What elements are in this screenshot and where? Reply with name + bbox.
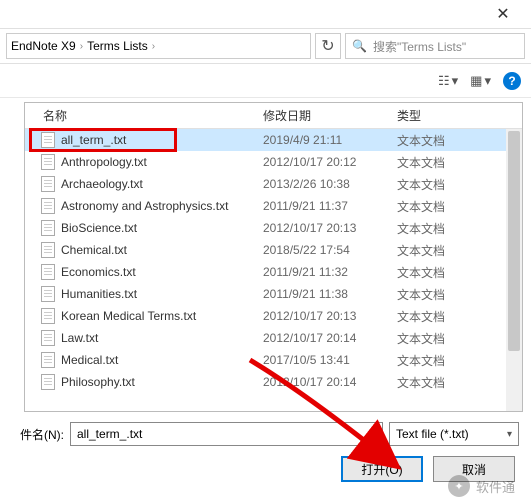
file-type: 文本文档 <box>397 154 487 171</box>
filter-value: Text file (*.txt) <box>396 427 469 441</box>
wechat-icon: ✦ <box>448 475 470 497</box>
text-file-icon <box>41 176 55 192</box>
search-input[interactable]: 🔍 搜索"Terms Lists" <box>345 33 525 59</box>
file-row[interactable]: Astronomy and Astrophysics.txt 2011/9/21 … <box>25 195 522 217</box>
text-file-icon <box>41 198 55 214</box>
file-type: 文本文档 <box>397 352 487 369</box>
filename-value: all_term_.txt <box>77 427 142 441</box>
file-name: Economics.txt <box>61 265 136 279</box>
view-tile-button[interactable]: ▦ ▾ <box>470 73 491 89</box>
file-type: 文本文档 <box>397 264 487 281</box>
file-date: 2012/10/17 20:13 <box>263 309 397 323</box>
chevron-down-icon: ▾ <box>452 73 459 89</box>
file-date: 2012/10/17 20:14 <box>263 375 397 389</box>
breadcrumb-seg-2[interactable]: Terms Lists <box>87 39 148 53</box>
col-name[interactable]: 名称 <box>25 107 263 124</box>
file-date: 2011/9/21 11:38 <box>263 287 397 301</box>
watermark: ✦ 软件通 <box>448 475 515 497</box>
breadcrumb[interactable]: EndNote X9 › Terms Lists › <box>6 33 311 59</box>
file-name: Medical.txt <box>61 353 118 367</box>
watermark-text: 软件通 <box>476 477 515 496</box>
bottom-panel: 件名(N): all_term_.txt ▾ Text file (*.txt)… <box>0 416 531 482</box>
file-type: 文本文档 <box>397 220 487 237</box>
file-date: 2018/5/22 17:54 <box>263 243 397 257</box>
file-type: 文本文档 <box>397 176 487 193</box>
scrollbar-thumb[interactable] <box>508 131 520 351</box>
file-row[interactable]: Archaeology.txt 2013/2/26 10:38文本文档 <box>25 173 522 195</box>
text-file-icon <box>41 286 55 302</box>
file-date: 2019/4/9 21:11 <box>263 133 397 147</box>
file-type: 文本文档 <box>397 374 487 391</box>
file-row[interactable]: Humanities.txt 2011/9/21 11:38文本文档 <box>25 283 522 305</box>
file-name: Humanities.txt <box>61 287 137 301</box>
file-date: 2017/10/5 13:41 <box>263 353 397 367</box>
search-placeholder: 搜索"Terms Lists" <box>373 38 466 55</box>
file-row[interactable]: Chemical.txt 2018/5/22 17:54文本文档 <box>25 239 522 261</box>
text-file-icon <box>41 242 55 258</box>
file-type: 文本文档 <box>397 286 487 303</box>
open-button[interactable]: 打开(O) <box>341 456 423 482</box>
chevron-down-icon: ▾ <box>484 73 491 89</box>
filetype-filter[interactable]: Text file (*.txt) ▾ <box>389 422 519 446</box>
text-file-icon <box>41 264 55 280</box>
file-row[interactable]: Economics.txt 2011/9/21 11:32文本文档 <box>25 261 522 283</box>
help-button[interactable]: ? <box>503 72 521 90</box>
col-date[interactable]: 修改日期 <box>263 107 397 124</box>
file-type: 文本文档 <box>397 198 487 215</box>
chevron-down-icon[interactable]: ▾ <box>371 429 376 440</box>
file-list-pane: 名称 修改日期 类型 all_term_.txt2019/4/9 21:11文本… <box>24 102 523 412</box>
col-type[interactable]: 类型 <box>397 107 487 124</box>
text-file-icon <box>41 132 55 148</box>
chevron-down-icon[interactable]: ▾ <box>507 429 512 440</box>
file-type: 文本文档 <box>397 242 487 259</box>
file-row[interactable]: Anthropology.txt 2012/10/17 20:12文本文档 <box>25 151 522 173</box>
filename-label: 件名(N): <box>12 426 64 443</box>
chevron-right-icon: › <box>152 41 155 52</box>
file-date: 2011/9/21 11:37 <box>263 199 397 213</box>
close-button[interactable]: ✕ <box>483 0 523 28</box>
file-list: all_term_.txt2019/4/9 21:11文本文档Anthropol… <box>25 129 522 393</box>
text-file-icon <box>41 374 55 390</box>
column-headers: 名称 修改日期 类型 <box>25 103 522 129</box>
file-name: Anthropology.txt <box>61 155 147 169</box>
file-row[interactable]: all_term_.txt 2019/4/9 21:11文本文档 <box>25 129 522 151</box>
file-date: 2013/2/26 10:38 <box>263 177 397 191</box>
text-file-icon <box>41 220 55 236</box>
title-bar: ✕ <box>0 0 531 28</box>
breadcrumb-seg-1[interactable]: EndNote X9 <box>11 39 76 53</box>
file-date: 2012/10/17 20:13 <box>263 221 397 235</box>
filename-input[interactable]: all_term_.txt ▾ <box>70 422 383 446</box>
file-name: BioScience.txt <box>61 221 137 235</box>
text-file-icon <box>41 154 55 170</box>
file-date: 2012/10/17 20:14 <box>263 331 397 345</box>
tile-icon: ▦ <box>470 73 482 89</box>
list-icon: ☷ <box>438 73 450 89</box>
file-name: Archaeology.txt <box>61 177 143 191</box>
file-name: Korean Medical Terms.txt <box>61 309 196 323</box>
text-file-icon <box>41 330 55 346</box>
search-icon: 🔍 <box>352 39 367 53</box>
text-file-icon <box>41 308 55 324</box>
file-name: Philosophy.txt <box>61 375 135 389</box>
file-row[interactable]: Law.txt 2012/10/17 20:14文本文档 <box>25 327 522 349</box>
file-type: 文本文档 <box>397 308 487 325</box>
file-date: 2012/10/17 20:12 <box>263 155 397 169</box>
refresh-button[interactable]: ↻ <box>315 33 341 59</box>
text-file-icon <box>41 352 55 368</box>
toolbar: ☷ ▾ ▦ ▾ ? <box>0 64 531 98</box>
file-name: Chemical.txt <box>61 243 127 257</box>
file-row[interactable]: BioScience.txt 2012/10/17 20:13文本文档 <box>25 217 522 239</box>
file-row[interactable]: Philosophy.txt 2012/10/17 20:14文本文档 <box>25 371 522 393</box>
nav-row: EndNote X9 › Terms Lists › ↻ 🔍 搜索"Terms … <box>0 28 531 64</box>
file-name: Astronomy and Astrophysics.txt <box>61 199 228 213</box>
file-type: 文本文档 <box>397 132 487 149</box>
file-row[interactable]: Korean Medical Terms.txt 2012/10/17 20:13… <box>25 305 522 327</box>
file-row[interactable]: Medical.txt 2017/10/5 13:41文本文档 <box>25 349 522 371</box>
file-type: 文本文档 <box>397 330 487 347</box>
chevron-right-icon: › <box>80 41 83 52</box>
file-date: 2011/9/21 11:32 <box>263 265 397 279</box>
file-name: Law.txt <box>61 331 98 345</box>
view-list-button[interactable]: ☷ ▾ <box>438 73 458 89</box>
file-name: all_term_.txt <box>61 133 126 147</box>
